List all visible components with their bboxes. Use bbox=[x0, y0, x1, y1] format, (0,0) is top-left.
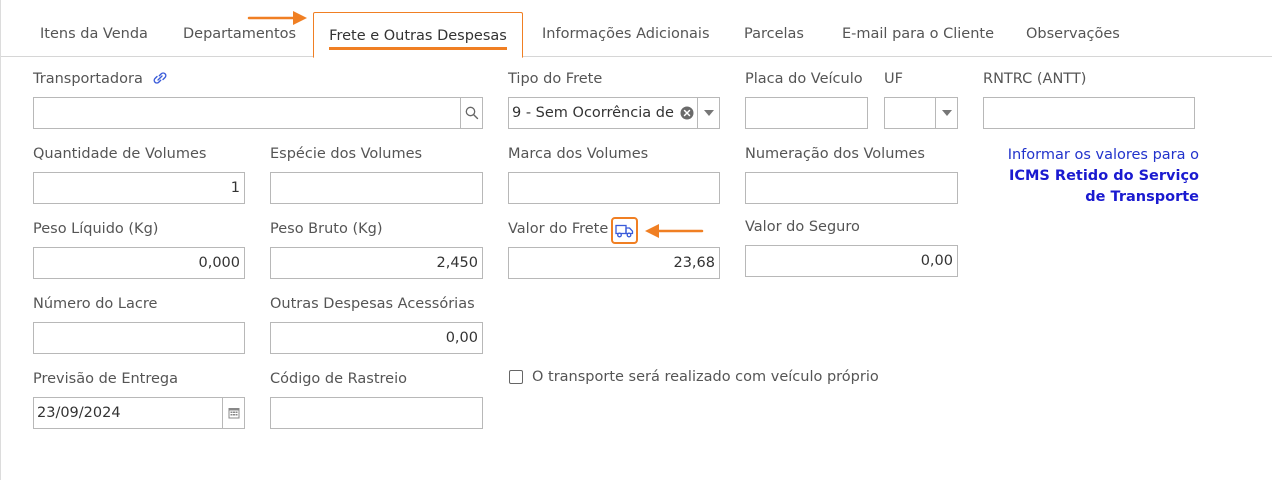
icms-link-line1: Informar os valores para o bbox=[1007, 147, 1199, 163]
valor-frete-label: Valor do Frete bbox=[508, 221, 609, 237]
placa-input[interactable] bbox=[745, 97, 868, 129]
transportadora-input[interactable] bbox=[33, 97, 483, 129]
tab-parcelas[interactable]: Parcelas bbox=[744, 11, 804, 57]
tab-itens-da-venda[interactable]: Itens da Venda bbox=[40, 11, 148, 57]
outras-despesas-label: Outras Despesas Acessórias bbox=[270, 296, 475, 312]
tab-frete-label: Frete e Outras Despesas bbox=[329, 26, 507, 50]
especie-input[interactable] bbox=[270, 172, 483, 204]
rntrc-label: RNTRC (ANTT) bbox=[983, 71, 1087, 87]
calendar-button[interactable] bbox=[222, 398, 244, 428]
previsao-entrega-value: 23/09/2024 bbox=[37, 405, 121, 421]
annotation-arrow-freight bbox=[645, 224, 704, 238]
caret-down-icon bbox=[703, 110, 714, 116]
valor-seguro-input[interactable]: 0,00 bbox=[745, 245, 958, 277]
rntrc-input[interactable] bbox=[983, 97, 1195, 129]
previsao-entrega-input[interactable]: 23/09/2024 bbox=[33, 397, 245, 429]
valor-frete-input[interactable]: 23,68 bbox=[508, 247, 720, 279]
tab-frete-e-outras-despesas[interactable]: Frete e Outras Despesas bbox=[313, 12, 523, 58]
icms-link-line2: ICMS Retido do Serviço bbox=[1008, 168, 1199, 184]
uf-label: UF bbox=[884, 71, 903, 87]
especie-label: Espécie dos Volumes bbox=[270, 146, 423, 162]
tipo-frete-select[interactable]: 9 - Sem Ocorrência de T bbox=[508, 97, 720, 129]
link-icon[interactable] bbox=[150, 70, 170, 86]
tipo-frete-label: Tipo do Frete bbox=[508, 71, 603, 87]
peso-bruto-value: 2,450 bbox=[436, 255, 478, 271]
icms-retido-link[interactable]: Informar os valores para o ICMS Retido d… bbox=[981, 145, 1199, 208]
numeracao-input[interactable] bbox=[745, 172, 958, 204]
tab-informacoes-adicionais[interactable]: Informações Adicionais bbox=[542, 11, 710, 57]
tab-bar: Itens da Venda Departamentos Frete e Out… bbox=[1, 11, 1272, 58]
veiculo-proprio-checkbox[interactable] bbox=[509, 370, 523, 384]
uf-select[interactable] bbox=[884, 97, 958, 129]
qtd-volumes-value: 1 bbox=[230, 180, 240, 196]
numero-lacre-label: Número do Lacre bbox=[33, 296, 158, 312]
qtd-volumes-input[interactable]: 1 bbox=[33, 172, 245, 204]
outras-despesas-value: 0,00 bbox=[445, 330, 478, 346]
outras-despesas-input[interactable]: 0,00 bbox=[270, 322, 483, 354]
marca-input[interactable] bbox=[508, 172, 720, 204]
tab-email-cliente[interactable]: E-mail para o Cliente bbox=[842, 11, 994, 57]
veiculo-proprio-label[interactable]: O transporte será realizado com veículo … bbox=[532, 369, 879, 385]
page-frame: Itens da Venda Departamentos Frete e Out… bbox=[0, 0, 1272, 480]
search-button[interactable] bbox=[460, 98, 482, 128]
caret-down-icon bbox=[941, 110, 952, 116]
calendar-icon bbox=[228, 408, 239, 419]
numero-lacre-input[interactable] bbox=[33, 322, 245, 354]
numeracao-label: Numeração dos Volumes bbox=[745, 146, 925, 162]
uf-dropdown-button[interactable] bbox=[935, 98, 957, 128]
valor-seguro-value: 0,00 bbox=[920, 253, 953, 269]
placa-label: Placa do Veículo bbox=[745, 71, 863, 87]
tipo-frete-value: 9 - Sem Ocorrência de T bbox=[512, 105, 678, 121]
tab-observacoes[interactable]: Observações bbox=[1026, 11, 1120, 57]
clear-circle-icon[interactable] bbox=[680, 106, 694, 120]
transportadora-label: Transportadora bbox=[33, 71, 143, 87]
valor-seguro-label: Valor do Seguro bbox=[745, 219, 860, 235]
tipo-frete-dropdown-button[interactable] bbox=[697, 98, 719, 128]
previsao-entrega-label: Previsão de Entrega bbox=[33, 371, 179, 387]
marca-label: Marca dos Volumes bbox=[508, 146, 649, 162]
search-icon bbox=[465, 106, 478, 120]
peso-bruto-label: Peso Bruto (Kg) bbox=[270, 221, 383, 237]
codigo-rastreio-input[interactable] bbox=[270, 397, 483, 429]
peso-liquido-value: 0,000 bbox=[198, 255, 240, 271]
calculate-freight-button[interactable] bbox=[611, 217, 638, 244]
annotation-arrow-tab bbox=[247, 11, 307, 25]
peso-bruto-input[interactable]: 2,450 bbox=[270, 247, 483, 279]
valor-frete-value: 23,68 bbox=[673, 255, 715, 271]
icms-link-line3: de Transporte bbox=[1085, 189, 1199, 205]
codigo-rastreio-label: Código de Rastreio bbox=[270, 371, 407, 387]
qtd-volumes-label: Quantidade de Volumes bbox=[33, 146, 207, 162]
truck-icon bbox=[615, 224, 634, 237]
peso-liquido-label: Peso Líquido (Kg) bbox=[33, 221, 159, 237]
peso-liquido-input[interactable]: 0,000 bbox=[33, 247, 245, 279]
